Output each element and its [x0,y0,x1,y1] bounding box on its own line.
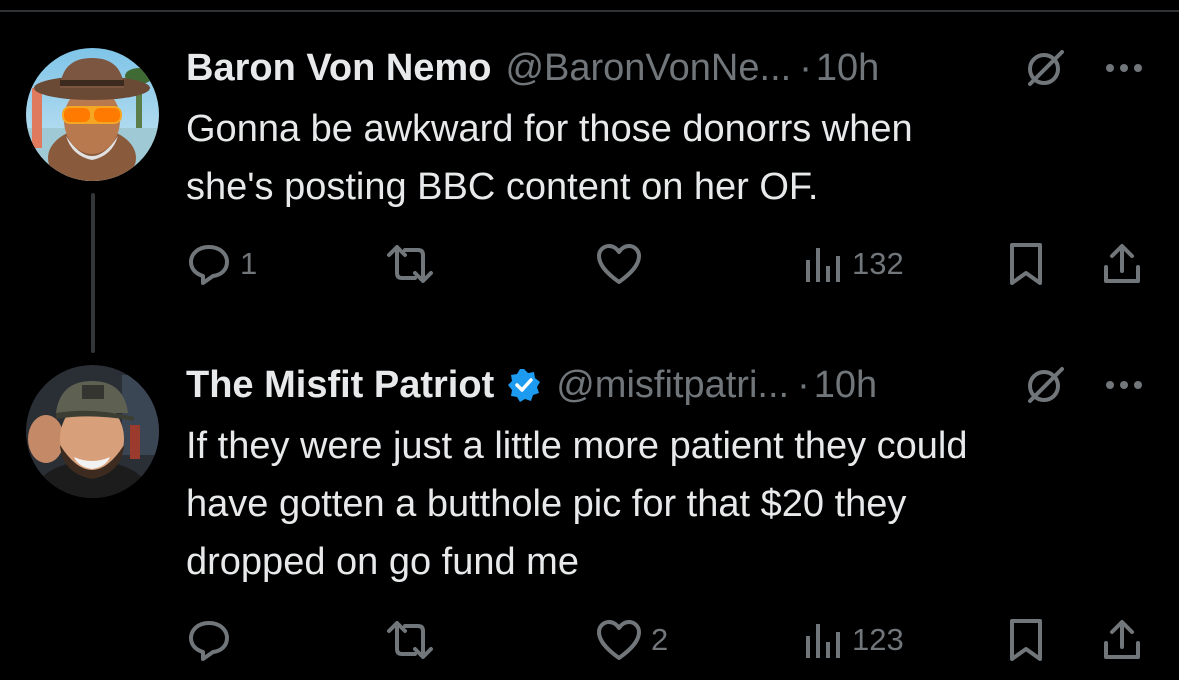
more-icon[interactable] [1102,375,1146,395]
reply-count: 1 [240,246,258,281]
views-icon [806,624,840,658]
display-name[interactable]: The Misfit Patriot [186,364,494,407]
display-name[interactable]: Baron Von Nemo [186,47,491,90]
reply-button[interactable]: 1 [186,236,257,292]
verified-badge-icon [508,369,541,402]
like-icon [597,244,641,284]
avatar-bearded-man-cap [26,365,159,498]
handle[interactable]: @BaronVonNe... [505,47,791,90]
timestamp[interactable]: 10h [814,364,877,407]
retweet-button[interactable] [385,612,443,668]
like-button[interactable] [595,236,651,292]
views-icon [806,248,840,282]
avatar[interactable] [26,48,159,181]
like-icon [597,620,641,660]
retweet-icon [387,621,433,659]
bookmark-button[interactable] [1006,612,1046,668]
separator-dot: · [799,46,812,89]
grok-icon[interactable] [1024,363,1068,407]
like-button[interactable]: 2 [595,612,668,668]
retweet-icon [387,245,433,283]
view-count: 132 [852,246,904,281]
views-button[interactable]: 123 [802,612,904,668]
tweet-text: If they were just a little more patient … [186,425,968,583]
views-button[interactable]: 132 [802,236,904,292]
tweet-text: Gonna be awkward for those donorrs when … [186,108,913,208]
share-button[interactable] [1100,236,1144,292]
tweet-header: Baron Von Nemo @BaronVonNe... · 10h [186,44,879,92]
grok-icon[interactable] [1024,46,1068,90]
reply-icon [189,245,229,285]
bookmark-icon [1010,243,1042,285]
reply-button[interactable] [186,612,240,668]
view-count: 123 [852,622,904,657]
like-count: 2 [651,622,669,657]
retweet-button[interactable] [385,236,443,292]
share-icon [1104,244,1140,283]
separator-dot: · [797,363,810,406]
avatar[interactable] [26,365,159,498]
avatar-cowboy-hat-sunglasses [26,48,159,181]
action-bar: 1 132 [0,236,1179,292]
action-bar: 2 123 [0,612,1179,668]
handle[interactable]: @misfitpatri... [556,364,789,407]
bookmark-button[interactable] [1006,236,1046,292]
top-divider [0,10,1179,12]
more-icon[interactable] [1102,58,1146,78]
tweet-header: The Misfit Patriot @misfitpatri... · 10h [186,361,877,409]
share-button[interactable] [1100,612,1144,668]
share-icon [1104,620,1140,659]
bookmark-icon [1010,619,1042,661]
reply-icon [189,621,229,661]
timestamp[interactable]: 10h [816,47,879,90]
